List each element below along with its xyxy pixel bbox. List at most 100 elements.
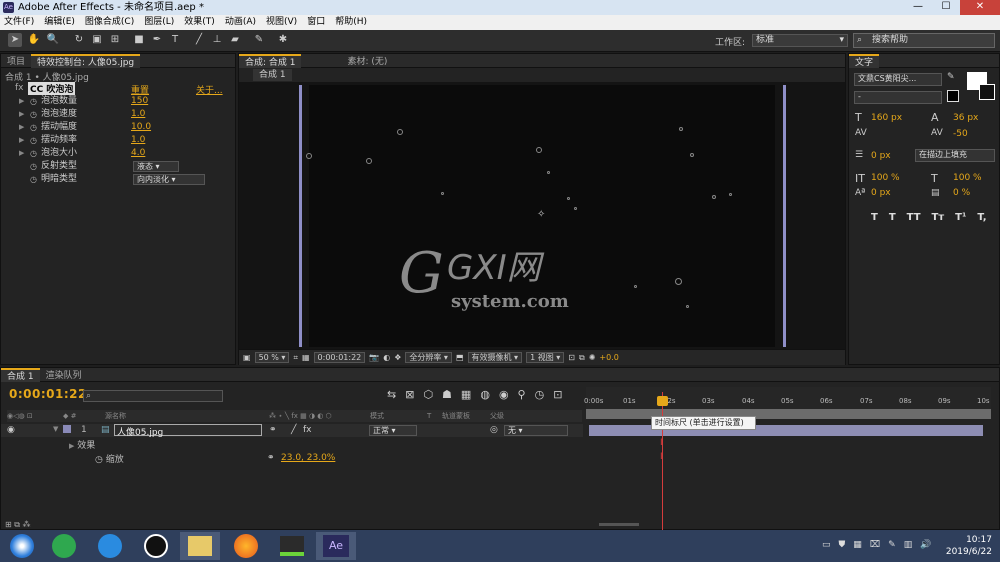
brainstorm-icon[interactable]: ◉ [499,388,509,401]
tray-icon[interactable]: ⌧ [870,540,880,550]
stopwatch-icon[interactable]: ◷ [30,121,37,134]
font-size-value[interactable]: 160 px [871,113,902,123]
clone-stamp-tool-icon[interactable]: ⊥ [210,33,224,47]
menu-file[interactable]: 文件(F) [4,15,34,30]
menu-animation[interactable]: 动画(A) [225,15,256,30]
taskbar-clock[interactable]: 10:17 2019/6/22 [946,534,992,558]
subscript-button[interactable]: T, [977,212,986,223]
stopwatch-icon[interactable]: ◷ [30,108,37,121]
volume-icon[interactable]: 🔊 [920,540,931,550]
col-t[interactable]: T [427,410,431,422]
type-tool-icon[interactable]: T [168,33,182,47]
quality-switch-icon[interactable]: ╱ [291,425,296,435]
stopwatch-icon[interactable]: ◷ [30,95,37,108]
viewer-timecode[interactable]: 0:00:01:22 [313,352,366,363]
time-ruler[interactable]: 0:00s 01s 02s 03s 04s 05s 06s 07s 08s 09… [584,387,991,411]
taskbar-app[interactable]: Ae [316,532,356,560]
eyedropper-icon[interactable]: ✎ [947,72,955,82]
zoom-tool-icon[interactable]: 🔍 [46,33,60,47]
search-help-input[interactable]: ⌕ 搜索帮助 [853,33,995,48]
tab-render-queue[interactable]: 渲染队列 [40,368,88,381]
timeline-timecode[interactable]: 0:00:01:22 [9,387,87,401]
fx-icon[interactable]: fx [15,83,24,93]
prop-value[interactable]: 4.0 [131,147,145,160]
expand-triangle-icon[interactable]: ▶ [19,95,24,108]
work-area-bar[interactable] [586,409,991,419]
workspace-select[interactable]: 标准 ▾ [752,34,848,47]
faux-italic-button[interactable]: T [889,212,896,223]
expand-triangle-icon[interactable]: ▼ [53,425,58,433]
layer-name[interactable]: 人像05.jpg [114,424,262,438]
expand-triangle-icon[interactable]: ▶ [19,134,24,147]
menu-edit[interactable]: 编辑(E) [44,15,75,30]
stopwatch-icon[interactable]: ◷ [95,455,103,465]
shy-switch-icon[interactable]: ⚭ [269,425,277,435]
prop-row[interactable]: ▶ ◷ 摆动幅度 10.0 [1,121,233,134]
menu-effect[interactable]: 效果(T) [184,15,215,30]
label-color-swatch[interactable] [63,425,71,433]
eraser-tool-icon[interactable]: ▰ [228,33,242,47]
layer-row[interactable]: ◉ ▼ 1 ▤ 人像05.jpg ⚭ ╱ fx 正常 ▾ ◎ 无 ▾ [1,424,583,438]
rotate-tool-icon[interactable]: ↻ [72,33,86,47]
constrain-proportions-icon[interactable]: ⚭ [267,453,275,463]
shading-type-select[interactable]: 向内淡化 ▾ [133,174,205,185]
selection-tool-icon[interactable]: ➤ [8,33,22,47]
stroke-width-value[interactable]: 0 px [871,151,891,161]
reflection-type-select[interactable]: 液态 ▾ [133,161,179,172]
baseline-shift-value[interactable]: 0 px [871,188,891,198]
show-snapshot-icon[interactable]: ◐ [383,353,390,362]
playhead-handle[interactable] [657,396,668,406]
col-parent[interactable]: 父级 [490,410,504,422]
views-select[interactable]: 1 视图 ▾ [526,352,565,363]
draft-3d-icon[interactable]: ⬡ [423,388,433,401]
auto-keyframe-icon[interactable]: ◷ [535,388,545,401]
graph-toggle-icon[interactable]: ⊡ [553,388,562,401]
effects-group[interactable]: ▶ 效果 [69,438,95,451]
tab-footage[interactable]: 素材: (无) [341,54,393,67]
close-button[interactable]: ✕ [960,0,1000,15]
anchor-point-icon[interactable]: ✧ [537,209,545,220]
col-trkmat[interactable]: 轨道蒙板 [442,410,470,422]
hand-tool-icon[interactable]: ✋ [27,33,41,47]
network-icon[interactable]: ▥ [904,540,913,550]
taskbar-app[interactable] [44,532,84,560]
tracking-value[interactable]: -50 [953,129,968,139]
av-features-icon[interactable]: ◉◁◍ ⊡ [7,410,33,422]
small-caps-button[interactable]: Tт [932,212,945,223]
blend-mode-select[interactable]: 正常 ▾ [369,425,417,436]
stopwatch-icon[interactable]: ◷ [30,147,37,160]
taskbar-app[interactable] [90,532,130,560]
stopwatch-icon[interactable]: ◷ [30,134,37,147]
effect-name[interactable]: CC 吹泡泡 [28,82,76,95]
expand-triangle-icon[interactable]: ▶ [69,442,74,450]
start-button[interactable] [2,532,42,560]
snapshot-icon[interactable]: 📷 [369,353,379,362]
expand-triangle-icon[interactable]: ▶ [19,121,24,134]
black-swatch[interactable] [947,90,959,102]
prop-value[interactable]: 150 [131,95,148,108]
prop-row[interactable]: ▶ ◷ 泡泡大小 4.0 [1,147,233,160]
camera-select[interactable]: 有效摄像机 ▾ [467,352,523,363]
minimize-button[interactable]: — [904,0,932,15]
flowchart-icon[interactable]: ⧉ [579,353,585,363]
switches-icon[interactable]: ⁂ ⋆ ╲ fx ▦ ◑ ◐ ⬡ [269,410,332,422]
tray-icon[interactable]: ✎ [888,540,896,550]
shy-icon[interactable]: ☗ [442,388,452,401]
camera-tool-icon[interactable]: ▣ [90,33,104,47]
prop-row[interactable]: ▶ ◷ 泡泡速度 1.0 [1,108,233,121]
tray-icon[interactable]: ⛊ [839,540,846,550]
prop-row[interactable]: ◷ 明暗类型 向内淡化 ▾ [1,173,233,186]
tray-icon[interactable]: ▦ [853,540,862,550]
pickwhip-icon[interactable]: ◎ [490,425,498,435]
tsume-value[interactable]: 0 % [953,188,970,198]
col-source-name[interactable]: 源名称 [105,410,126,422]
motion-blur-icon[interactable]: ◍ [480,388,490,401]
graph-editor-icon[interactable]: ⚲ [518,388,526,401]
taskbar-app[interactable] [136,532,176,560]
pen-tool-icon[interactable]: ✒ [150,33,164,47]
leading-value[interactable]: 36 px [953,113,978,123]
exposure-value[interactable]: +0.0 [599,353,618,362]
prop-value[interactable]: 1.0 [131,108,145,121]
layer-duration-bar[interactable] [589,425,983,436]
frame-blend-icon[interactable]: ▦ [461,388,471,401]
